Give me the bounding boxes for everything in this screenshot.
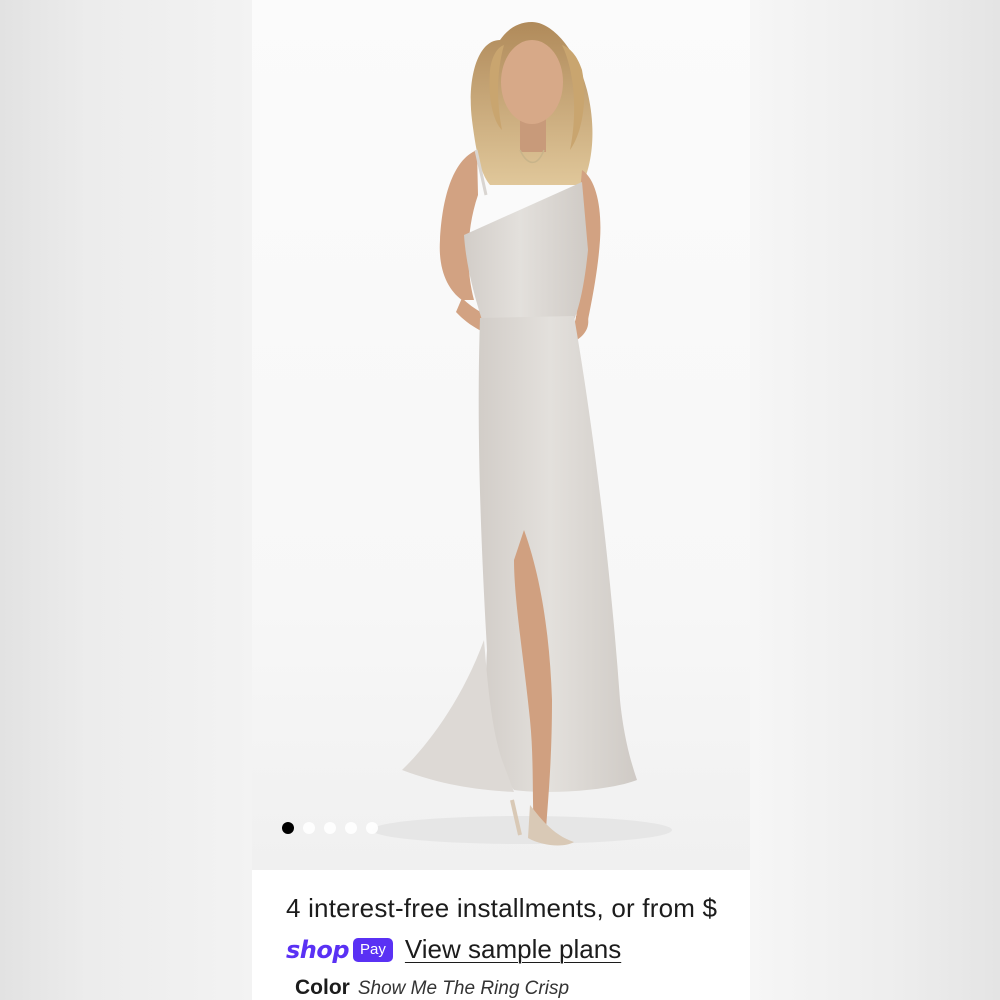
gallery-dot-2[interactable] [303,822,315,834]
installments-text: 4 interest-free installments, or from $ [286,893,718,923]
gallery-dot-3[interactable] [324,822,336,834]
shop-pay-row: shop Pay View sample plans [286,934,621,965]
left-backdrop [0,0,252,1000]
shop-pay-logo: shop Pay [286,936,393,964]
view-sample-plans-link[interactable]: View sample plans [405,934,621,965]
color-label: Color [295,976,350,999]
color-selector[interactable]: Color Show Me The Ring Crisp [295,976,569,1000]
shop-wordmark: shop [286,935,350,964]
gallery-dot-5[interactable] [366,822,378,834]
color-value: Show Me The Ring Crisp [357,978,570,999]
gallery-dot-4[interactable] [345,822,357,834]
product-image-gallery[interactable] [252,0,750,870]
pay-badge: Pay [353,937,393,962]
product-photo [372,22,672,846]
right-backdrop [750,0,1000,1000]
gallery-dot-1[interactable] [282,822,294,834]
gallery-pagination[interactable] [282,822,378,834]
product-page: 4 interest-free installments, or from $ … [252,0,750,1000]
